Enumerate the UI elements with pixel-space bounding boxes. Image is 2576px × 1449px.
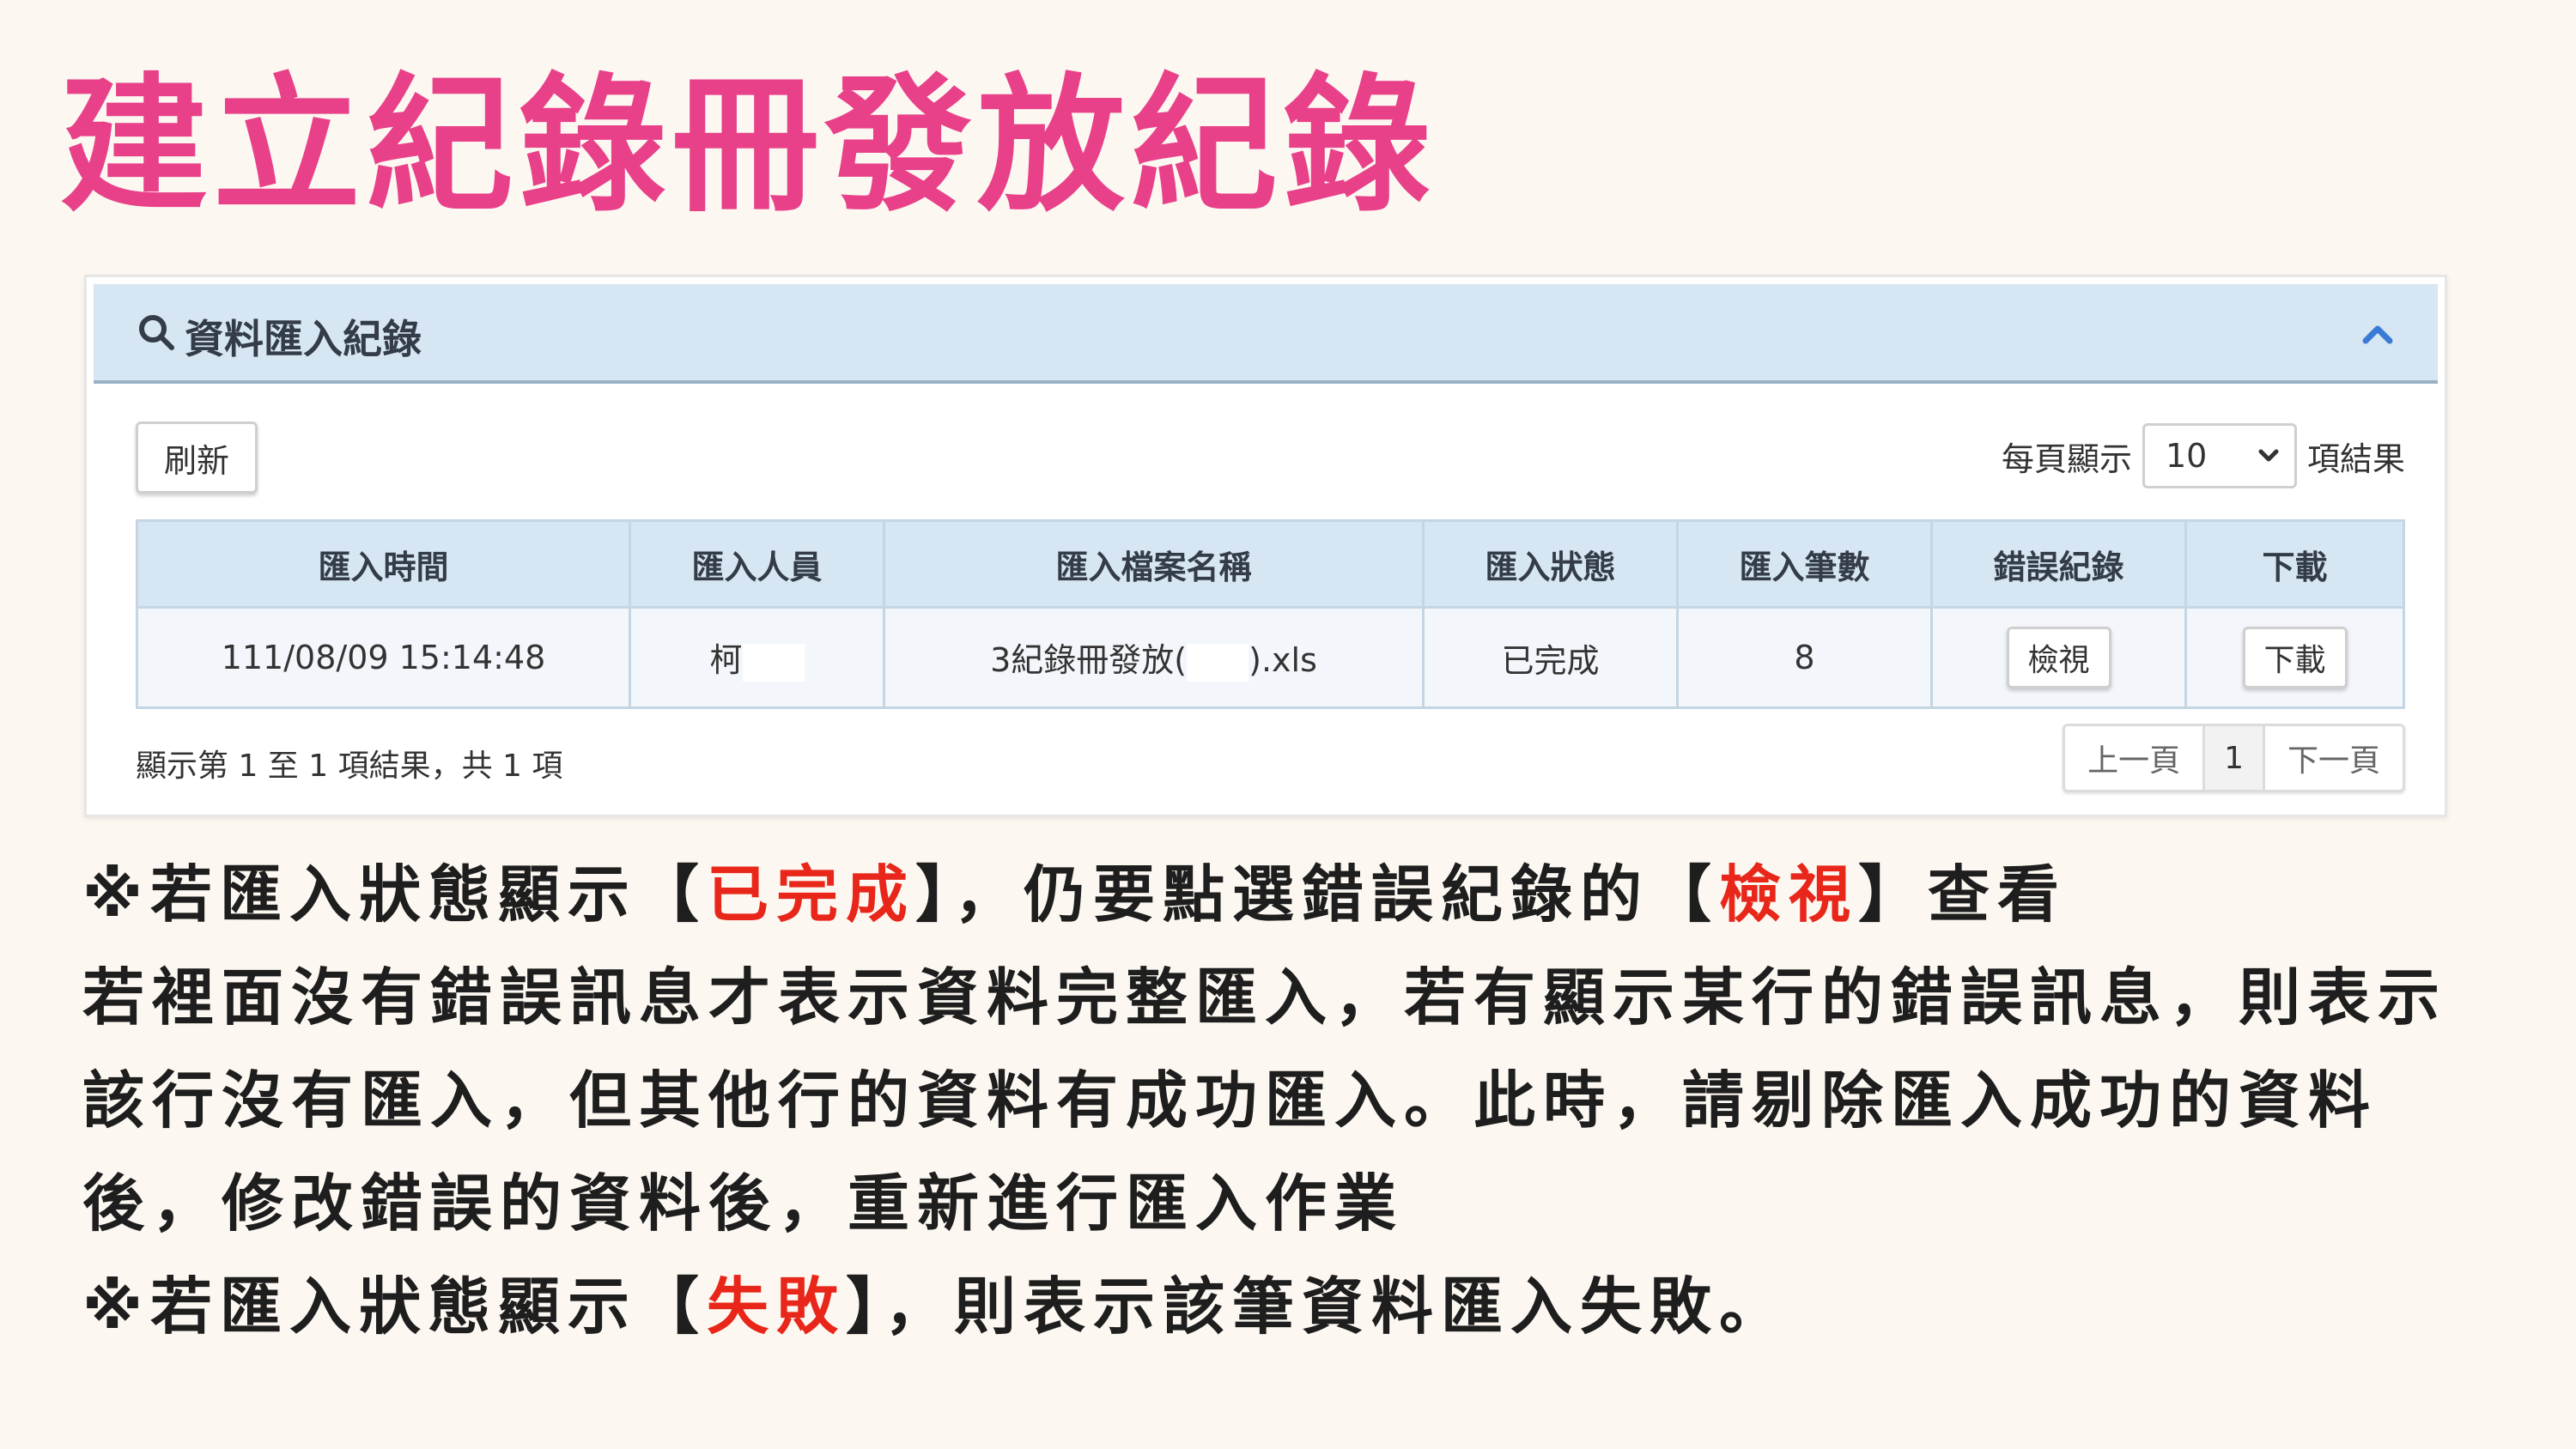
per-page-value: 10 bbox=[2165, 437, 2208, 475]
column-header[interactable]: 匯入狀態 bbox=[1422, 519, 1679, 609]
panel-title-text: 資料匯入紀錄 bbox=[185, 316, 422, 362]
import-count-cell: 8 bbox=[1676, 606, 1933, 709]
column-header[interactable]: 匯入時間 bbox=[136, 519, 631, 609]
next-page-button[interactable]: 下一頁 bbox=[2265, 726, 2403, 790]
refresh-button[interactable]: 刷新 bbox=[136, 421, 258, 494]
note-text: ※若匯入狀態顯示【 bbox=[82, 858, 707, 931]
file-name-suffix: ).xls bbox=[1249, 641, 1317, 680]
file-name-prefix: 3紀錄冊發放( bbox=[990, 641, 1188, 680]
column-header[interactable]: 匯入檔案名稱 bbox=[883, 519, 1425, 609]
error-log-cell: 檢視 bbox=[1930, 606, 2187, 709]
pagination: 上一頁 1 下一頁 bbox=[2063, 724, 2405, 792]
note-highlight: 檢視 bbox=[1719, 858, 1859, 931]
instruction-notes: ※若匯入狀態顯示【已完成】，仍要點選錯誤紀錄的【檢視】查看 若裡面沒有錯誤訊息才… bbox=[82, 843, 2538, 1358]
chevron-up-icon[interactable] bbox=[2360, 317, 2395, 355]
chevron-down-icon bbox=[2257, 437, 2281, 475]
import-table: 匯入時間 匯入人員 匯入檔案名稱 匯入狀態 匯入筆數 錯誤紀錄 下載 111/0… bbox=[136, 519, 2405, 709]
per-page-prefix: 每頁顯示 bbox=[2001, 440, 2132, 478]
slide-title: 建立紀錄冊發放紀錄 bbox=[60, 59, 1436, 232]
note-text: 】，則表示該筆資料匯入失敗。 bbox=[846, 1270, 1789, 1343]
note-highlight: 失敗 bbox=[707, 1270, 847, 1343]
redacted-mask bbox=[1187, 643, 1249, 682]
note-line-3: 該行沒有匯入，但其他行的資料有成功匯入。此時，請剔除匯入成功的資料 bbox=[82, 1064, 2379, 1137]
column-header[interactable]: 匯入筆數 bbox=[1676, 519, 1933, 609]
note-line-4: 後，修改錯誤的資料後，重新進行匯入作業 bbox=[82, 1167, 1405, 1240]
per-page-control: 每頁顯示 10 項結果 bbox=[2002, 421, 2405, 490]
column-header[interactable]: 匯入人員 bbox=[629, 519, 885, 609]
import-time-cell: 111/08/09 15:14:48 bbox=[136, 606, 631, 709]
download-button[interactable]: 下載 bbox=[2242, 627, 2348, 688]
search-icon bbox=[137, 312, 185, 361]
current-page-button[interactable]: 1 bbox=[2205, 726, 2265, 790]
panel-header[interactable]: 資料匯入紀錄 bbox=[94, 284, 2438, 384]
note-text: 】，仍要點選錯誤紀錄的【 bbox=[915, 858, 1720, 931]
import-status-cell: 已完成 bbox=[1422, 606, 1679, 709]
table-row: 111/08/09 15:14:48 柯 3紀錄冊發放().xls 已完成 8 … bbox=[136, 606, 2405, 709]
per-page-select[interactable]: 10 bbox=[2142, 423, 2297, 488]
column-header[interactable]: 錯誤紀錄 bbox=[1930, 519, 2187, 609]
panel-title: 資料匯入紀錄 bbox=[137, 308, 422, 365]
per-page-suffix: 項結果 bbox=[2306, 440, 2405, 478]
table-header-row: 匯入時間 匯入人員 匯入檔案名稱 匯入狀態 匯入筆數 錯誤紀錄 下載 bbox=[136, 519, 2405, 609]
view-errors-button[interactable]: 檢視 bbox=[2006, 627, 2111, 688]
column-header[interactable]: 下載 bbox=[2184, 519, 2405, 609]
redacted-mask bbox=[742, 643, 805, 682]
note-highlight: 已完成 bbox=[707, 858, 916, 931]
note-text: 】查看 bbox=[1858, 858, 2068, 931]
import-user-name: 柯 bbox=[709, 641, 743, 680]
note-text: ※若匯入狀態顯示【 bbox=[82, 1270, 707, 1343]
import-user-cell: 柯 bbox=[629, 606, 885, 709]
prev-page-button[interactable]: 上一頁 bbox=[2065, 726, 2206, 790]
note-line-1: ※若匯入狀態顯示【已完成】，仍要點選錯誤紀錄的【檢視】查看 bbox=[82, 843, 2538, 946]
table-info: 顯示第 1 至 1 項結果，共 1 項 bbox=[136, 749, 563, 784]
download-cell: 下載 bbox=[2184, 606, 2405, 709]
import-file-cell: 3紀錄冊發放( ).xls bbox=[883, 606, 1425, 709]
import-log-panel: 資料匯入紀錄 刷新 每頁顯示 10 項結果 匯入時間 匯入人員 匯入檔案名稱 匯… bbox=[84, 275, 2447, 817]
note-line-2: 若裡面沒有錯誤訊息才表示資料完整匯入，若有顯示某行的錯誤訊息，則表示 bbox=[82, 961, 2448, 1034]
note-line-5: ※若匯入狀態顯示【失敗】，則表示該筆資料匯入失敗。 bbox=[82, 1255, 2538, 1358]
